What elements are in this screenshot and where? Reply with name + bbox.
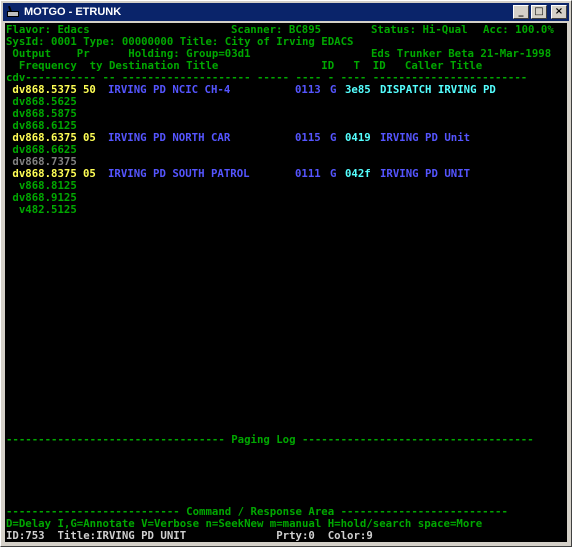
- status-label: Status: Hi-Qual: [371, 23, 468, 36]
- row-caller-id: 042f: [345, 167, 371, 180]
- row-group-id: 0113: [295, 83, 321, 96]
- row-frequency: v482.5125: [6, 203, 77, 216]
- window-title: MOTGO - ETRUNK: [24, 6, 122, 18]
- paging-log-header: ---------------------------------- Pagin…: [6, 433, 534, 446]
- row-caller-title: IRVING PD Unit: [380, 131, 471, 144]
- app-icon[interactable]: [6, 5, 20, 19]
- status-line: ID:753 Title:IRVING PD UNIT Prty:0 Color…: [6, 529, 373, 542]
- row-type: G: [330, 131, 337, 144]
- row-group-id: 0111: [295, 167, 321, 180]
- row-caller-id: 3e85: [345, 83, 371, 96]
- main-window: MOTGO - ETRUNK _ □ × Flavor: Edacs Scann…: [0, 0, 572, 547]
- row-type: G: [330, 83, 337, 96]
- row-group-id: 0115: [295, 131, 321, 144]
- row-caller-title: IRVING PD UNIT: [380, 167, 471, 180]
- close-button[interactable]: ×: [551, 5, 567, 19]
- row-type: G: [330, 167, 337, 180]
- row-destination: IRVING PD NCIC CH-4: [108, 83, 231, 96]
- row-priority: 05: [83, 131, 96, 144]
- row-caller-id: 0419: [345, 131, 371, 144]
- row-priority: 05: [83, 167, 96, 180]
- row-destination: IRVING PD NORTH CAR: [108, 131, 231, 144]
- minimize-button[interactable]: _: [513, 5, 529, 19]
- row-destination: IRVING PD SOUTH PATROL: [108, 167, 250, 180]
- row-priority: 50: [83, 83, 96, 96]
- title-bar[interactable]: MOTGO - ETRUNK _ □ ×: [3, 3, 569, 21]
- row-caller-title: DISPATCH IRVING PD: [380, 83, 496, 96]
- console-area[interactable]: Flavor: Edacs Scanner: BC895 Status: Hi-…: [5, 23, 567, 542]
- maximize-button[interactable]: □: [531, 5, 547, 19]
- acc-label: Acc: 100.0%: [483, 23, 554, 36]
